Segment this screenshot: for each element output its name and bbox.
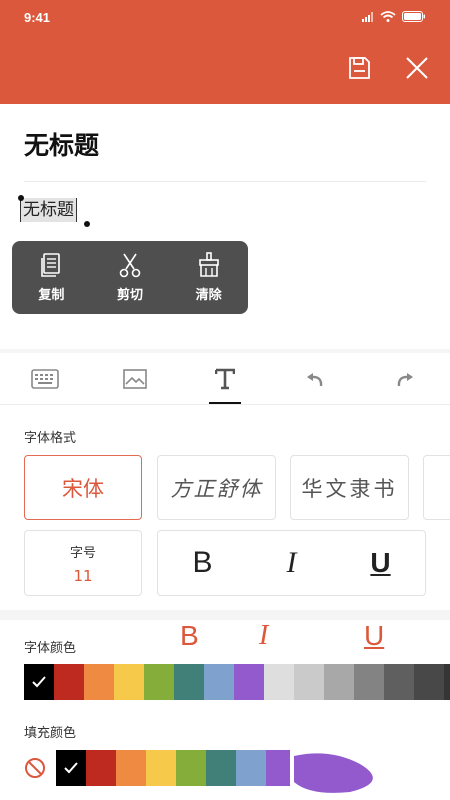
font-size-card[interactable]: 字号 11 (24, 530, 142, 596)
tab-redo[interactable] (360, 353, 450, 404)
keyboard-icon (31, 368, 59, 389)
color-swatch[interactable] (234, 664, 264, 700)
clear-button[interactable]: 清除 (169, 241, 248, 314)
text-style-card: B I U (157, 530, 426, 596)
section-divider (0, 610, 450, 620)
redo-icon (397, 372, 413, 386)
tab-undo[interactable] (270, 353, 360, 404)
color-swatch[interactable] (86, 750, 116, 786)
copy-label: 复制 (38, 288, 65, 303)
color-swatch[interactable] (114, 664, 144, 700)
context-menu: 复制 剪切 清除 (12, 241, 248, 314)
color-swatch[interactable] (144, 664, 174, 700)
toolbar-tabs (0, 353, 450, 405)
font-color-label: 字体颜色 (24, 641, 77, 656)
undo-icon (307, 372, 323, 386)
color-swatch[interactable] (294, 664, 324, 700)
font-option-label: 宋体 (62, 476, 104, 501)
font-option-fangzheng-shuti[interactable]: 方正舒体 (157, 455, 276, 520)
bold-button[interactable]: B (173, 546, 233, 580)
color-swatch[interactable] (236, 750, 266, 786)
font-option-label: 华文隶书 (301, 476, 398, 501)
document-title[interactable]: 无标题 (24, 126, 99, 162)
purple-smudge (290, 746, 450, 800)
color-swatch[interactable] (354, 664, 384, 700)
color-swatch[interactable] (204, 664, 234, 700)
color-swatch[interactable] (56, 750, 86, 786)
selection-start-handle[interactable] (18, 195, 24, 201)
color-swatch[interactable] (384, 664, 414, 700)
tab-image[interactable] (90, 353, 180, 404)
color-swatch[interactable] (84, 664, 114, 700)
scissors-icon (119, 253, 141, 278)
color-swatch[interactable] (264, 664, 294, 700)
color-swatch[interactable] (206, 750, 236, 786)
clear-label: 清除 (195, 288, 222, 303)
no-fill-icon[interactable] (24, 757, 46, 779)
status-time: 9:41 (24, 10, 51, 25)
broom-icon (198, 252, 219, 277)
color-swatch[interactable] (174, 664, 204, 700)
header-bar: 9:41 (0, 0, 450, 104)
signal-icon (362, 11, 373, 22)
wifi-icon (380, 11, 396, 22)
close-button[interactable] (401, 52, 433, 84)
cut-label: 剪切 (117, 288, 144, 303)
selection-end-handle[interactable] (84, 221, 90, 227)
font-option-more[interactable] (423, 455, 450, 520)
app-root: 9:41 无标题 无标题 复制 剪切 清除 字体格式 宋体 方正舒体 华文隶书 … (0, 0, 450, 800)
color-swatch[interactable] (414, 664, 444, 700)
color-swatch[interactable] (324, 664, 354, 700)
status-icons (362, 11, 426, 22)
tab-keyboard[interactable] (0, 353, 90, 404)
color-swatch[interactable] (116, 750, 146, 786)
fill-color-swatches (56, 750, 296, 786)
italic-button[interactable]: I (262, 546, 322, 580)
underline-button[interactable]: U (351, 547, 411, 579)
color-swatch[interactable] (146, 750, 176, 786)
title-divider (24, 181, 426, 182)
color-swatch[interactable] (176, 750, 206, 786)
check-icon (64, 762, 78, 774)
selected-text[interactable]: 无标题 (20, 198, 77, 222)
close-icon (406, 57, 428, 79)
color-swatch[interactable] (54, 664, 84, 700)
font-option-songti[interactable]: 宋体 (24, 455, 142, 520)
font-size-value: 11 (73, 566, 93, 585)
font-option-label: 方正舒体 (170, 476, 263, 501)
color-swatch[interactable] (24, 664, 54, 700)
fill-color-label: 填充颜色 (24, 726, 77, 741)
check-icon (32, 676, 46, 688)
drag-ghost-underline: U (364, 620, 385, 651)
tab-text-format[interactable] (180, 353, 270, 404)
text-format-icon (215, 368, 235, 389)
battery-icon (402, 11, 425, 22)
document-body[interactable]: 无标题 (20, 198, 77, 224)
copy-icon (41, 253, 61, 277)
save-button[interactable] (343, 52, 375, 84)
image-icon (123, 368, 147, 389)
font-size-label: 字号 (69, 545, 96, 561)
font-format-label: 字体格式 (24, 431, 77, 446)
save-icon (349, 57, 370, 79)
font-color-swatches (24, 664, 450, 700)
color-swatch[interactable] (444, 664, 450, 700)
drag-ghost-bold: B (180, 620, 199, 651)
font-option-huawen-lishu[interactable]: 华文隶书 (290, 455, 409, 520)
cut-button[interactable]: 剪切 (91, 241, 170, 314)
drag-ghost-italic: I (259, 620, 269, 651)
copy-button[interactable]: 复制 (12, 241, 91, 314)
